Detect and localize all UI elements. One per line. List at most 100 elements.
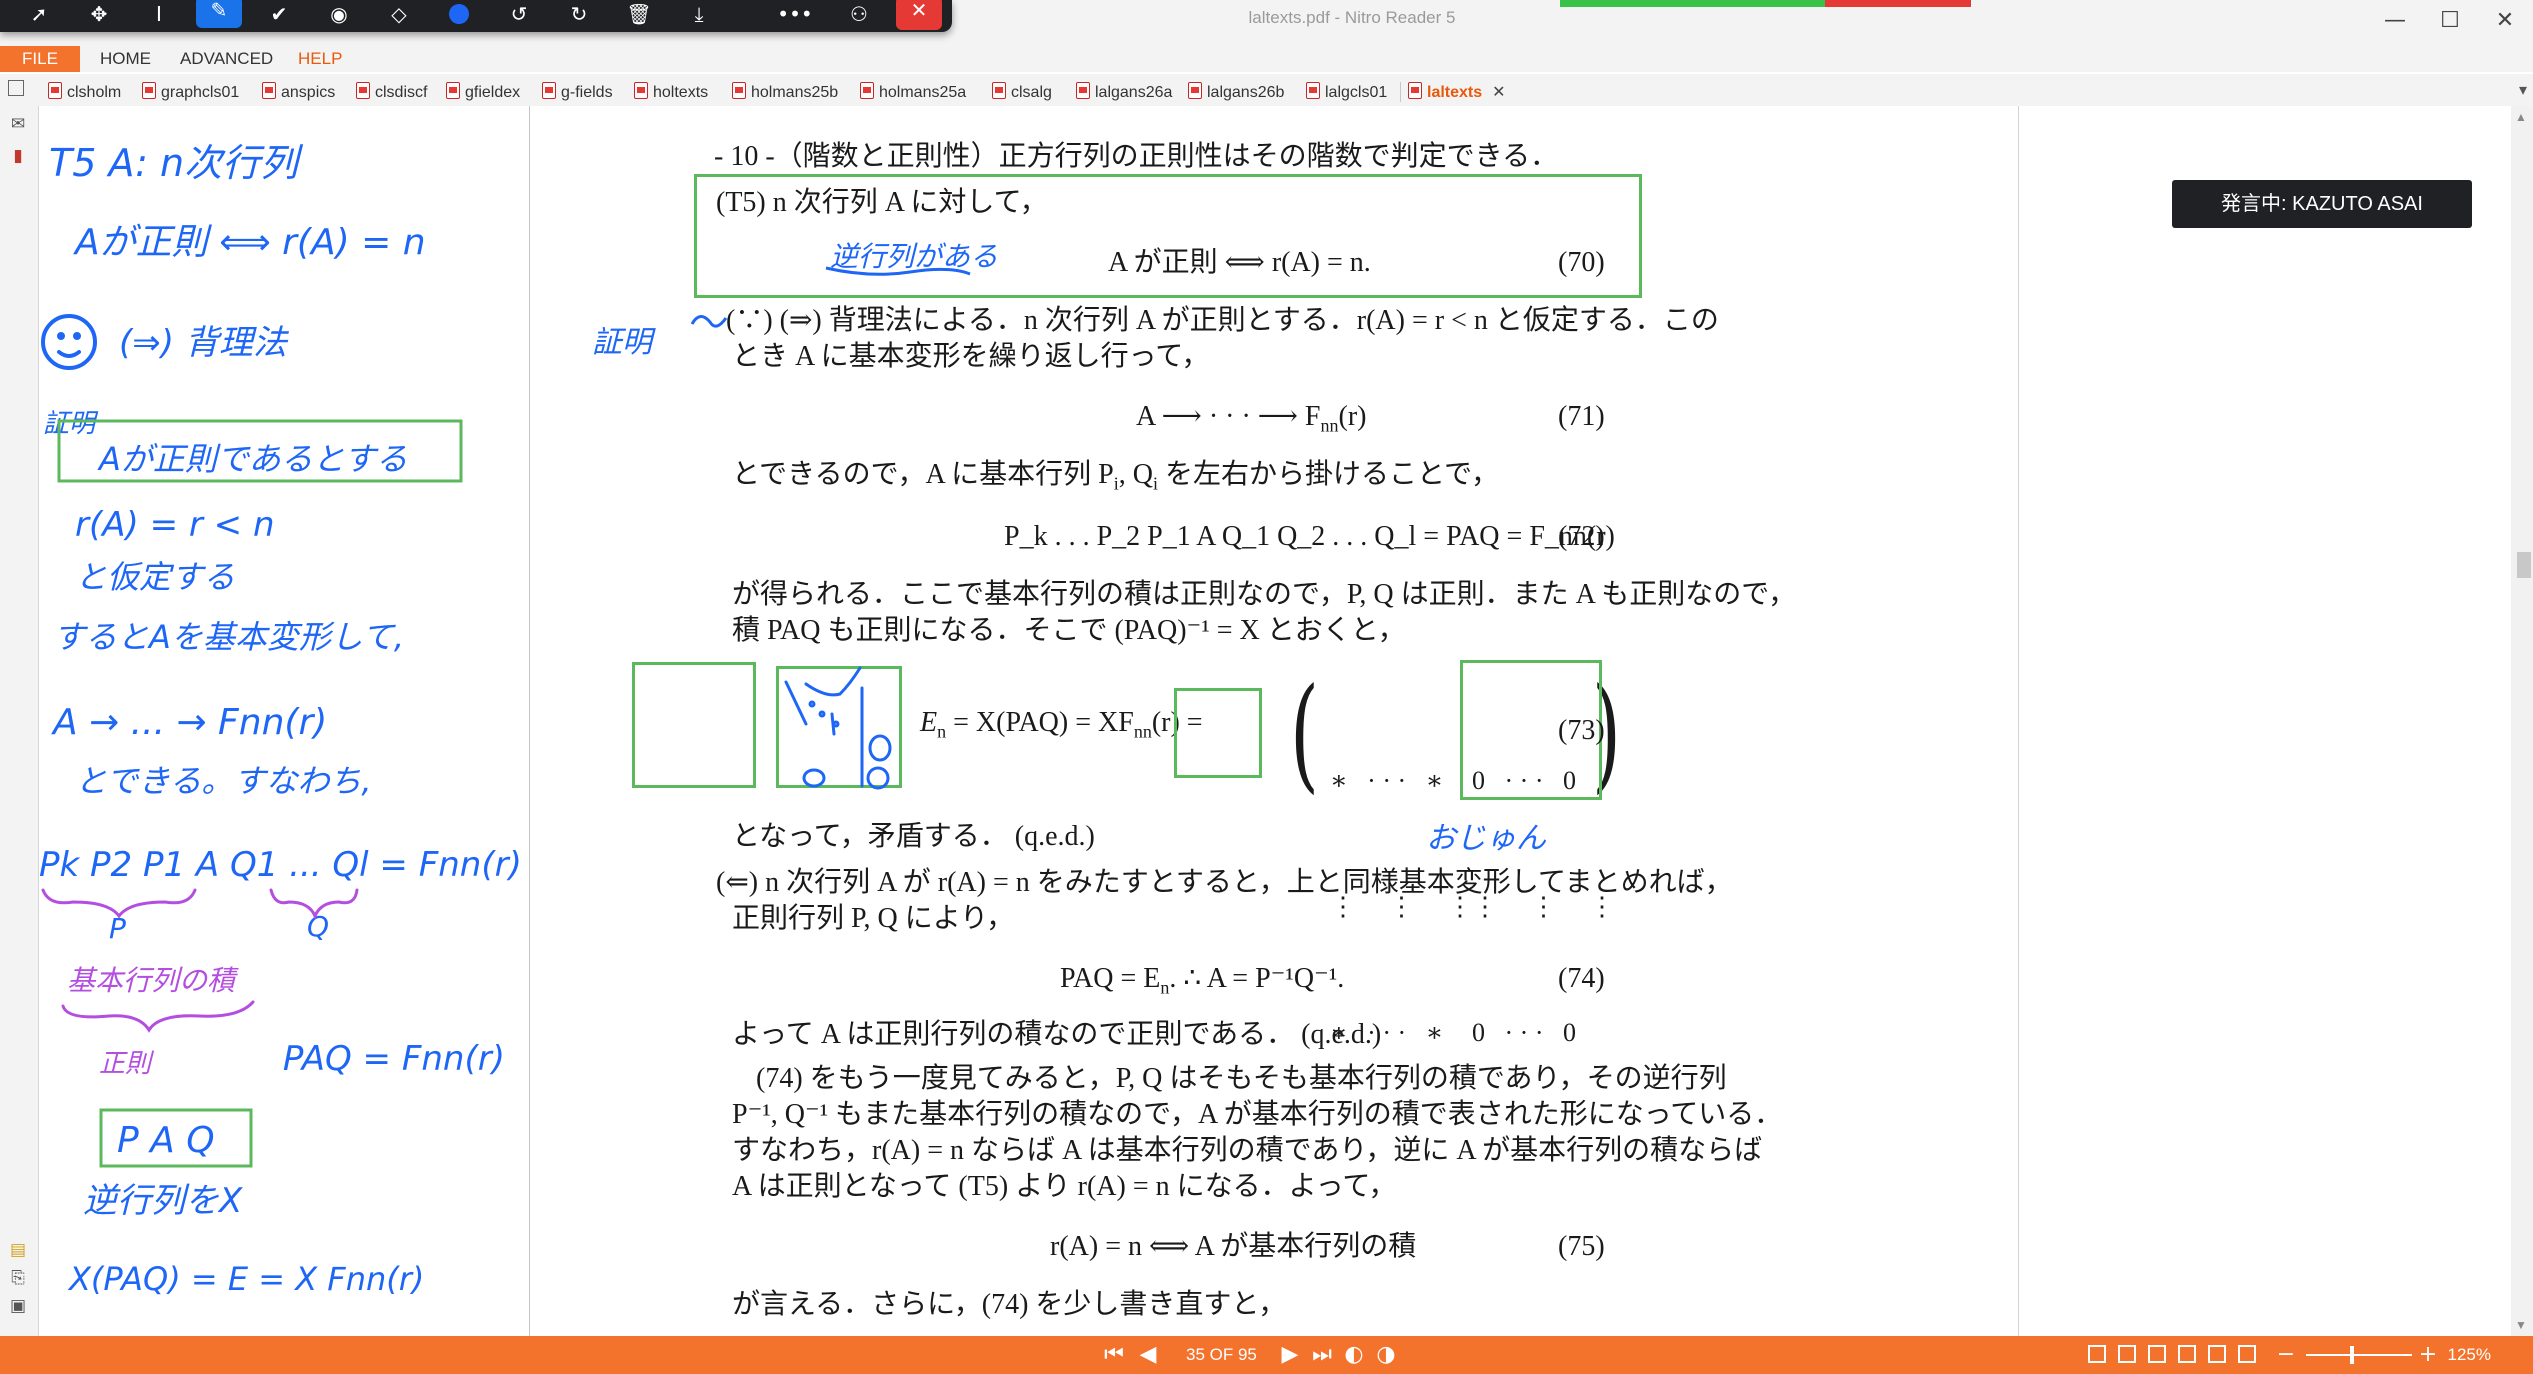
note-paq-boxed: P A Q: [117, 1120, 215, 1161]
fit-page-icon[interactable]: [2238, 1345, 2256, 1363]
single-page-view-icon[interactable]: [2088, 1345, 2106, 1363]
pdf-icon: [732, 82, 746, 99]
note-arrow-chain: A → ... → Fnn(r): [51, 702, 327, 743]
meeting-progress-red: [1825, 0, 1971, 7]
pdf-icon: [262, 82, 276, 99]
zoom-level[interactable]: 125%: [2448, 1345, 2491, 1365]
page-indicator[interactable]: 35 OF 95: [1186, 1345, 1257, 1365]
bookmark-icon[interactable]: ▮: [9, 146, 27, 166]
forward-view-icon[interactable]: ◑: [1372, 1341, 1400, 1369]
note-equivalence: Aが正則 ⟺ r(A) = n: [73, 222, 426, 263]
fit-width-icon[interactable]: [2208, 1345, 2226, 1363]
scroll-up-icon[interactable]: ▲: [2515, 110, 2527, 124]
tab-holmans25b[interactable]: holmans25b: [732, 80, 838, 104]
pdf-icon: [634, 82, 648, 99]
note-rank-less: r(A) = r < n: [75, 505, 275, 545]
note-has-inverse: 逆行列がある: [830, 240, 998, 273]
pointer-tool-icon[interactable]: ➚: [16, 0, 62, 30]
minimize-button[interactable]: —: [2375, 6, 2415, 36]
speaker-indicator: 発言中: KAZUTO ASAI: [2172, 180, 2472, 228]
tab-lalgans26a[interactable]: lalgans26a: [1076, 80, 1172, 104]
note-elementary-ops: するとAを基本変形して,: [53, 618, 404, 656]
tab-overflow-icon[interactable]: ▾: [2519, 80, 2527, 100]
tab-clsholm[interactable]: clsholm: [48, 80, 121, 104]
stamp-icon[interactable]: ✉: [9, 114, 27, 134]
back-view-icon[interactable]: ◐: [1340, 1341, 1368, 1369]
previous-page-icon[interactable]: ◀: [1134, 1341, 1162, 1369]
vertical-scrollbar[interactable]: ▲ ▼: [2511, 106, 2533, 1336]
eraser-tool-icon[interactable]: ◇: [376, 0, 422, 30]
move-tool-icon[interactable]: ✥: [76, 0, 122, 30]
tab-close-icon[interactable]: ✕: [1492, 82, 1505, 101]
color-tool-icon[interactable]: [436, 0, 482, 30]
menu-home[interactable]: HOME: [100, 49, 151, 69]
zoom-slider-track[interactable]: [2306, 1354, 2412, 1356]
tab-gfieldex[interactable]: gfieldex: [446, 80, 520, 104]
text-cursor-tool-icon[interactable]: I: [136, 0, 182, 30]
pdf-icon: [1188, 82, 1202, 99]
comments-icon[interactable]: ▤: [9, 1240, 27, 1260]
continuous-view-icon[interactable]: [2118, 1345, 2136, 1363]
check-tool-icon[interactable]: ✔: [256, 0, 302, 30]
pen-tool-icon[interactable]: ✎: [196, 0, 242, 28]
zoom-out-icon[interactable]: −: [2276, 1341, 2296, 1369]
tab-holmans25a[interactable]: holmans25a: [860, 80, 966, 104]
pages-icon[interactable]: ▣: [9, 1296, 27, 1316]
facing-view-icon[interactable]: [2148, 1345, 2166, 1363]
tab-clsalg[interactable]: clsalg: [992, 80, 1052, 104]
menu-advanced[interactable]: ADVANCED: [180, 49, 273, 69]
share-tool-icon[interactable]: ⚇: [836, 0, 882, 30]
download-tool-icon[interactable]: ⤓: [676, 0, 722, 30]
facing-continuous-view-icon[interactable]: [2178, 1345, 2196, 1363]
tab-graphcls01[interactable]: graphcls01: [142, 80, 239, 104]
next-page-icon[interactable]: ▶: [1276, 1341, 1304, 1369]
attachments-icon[interactable]: ⎘: [9, 1268, 27, 1288]
tab-anspics[interactable]: anspics: [262, 80, 335, 104]
handwriting-canvas: T5 A: n次行列 Aが正則 ⟺ r(A) = n (⇒) 背理法 証明 Aが…: [39, 141, 522, 1298]
first-page-icon[interactable]: ⏮: [1100, 1341, 1128, 1369]
last-page-icon[interactable]: ⏭: [1308, 1341, 1336, 1369]
more-tool-icon[interactable]: •••: [772, 0, 818, 30]
note-p-label: P: [109, 912, 126, 945]
annotation-toolbar: ➚ ✥ I ✎ ✔ ◉ ◇ ↺ ↻ 🗑 ⤓ ••• ⚇ ✕: [0, 0, 952, 32]
pdf-icon: [992, 82, 1006, 99]
note-assume-regular: Aが正則であるとする: [97, 440, 408, 478]
menu-file[interactable]: FILE: [0, 46, 80, 72]
pdf-icon: [48, 82, 62, 99]
tab-g-fields[interactable]: g-fields: [542, 80, 613, 104]
tab-sidebar-toggle[interactable]: [8, 80, 24, 104]
maximize-button[interactable]: ☐: [2430, 6, 2470, 36]
note-proof-by-contradiction: (⇒) 背理法: [119, 323, 290, 363]
redo-tool-icon[interactable]: ↻: [556, 0, 602, 30]
note-that-is: とできる。すなわち,: [75, 762, 372, 800]
note-elementary-product: 基本行列の積: [67, 964, 239, 997]
pdf-icon: [446, 82, 460, 99]
tab-clsdiscf[interactable]: clsdiscf: [356, 80, 427, 104]
tab-laltexts[interactable]: laltexts ✕: [1408, 80, 1506, 104]
tab-lalgans26b[interactable]: lalgans26b: [1188, 80, 1284, 104]
document-tabs: clsholm graphcls01 anspics clsdiscf gfie…: [0, 74, 2533, 107]
page-ink-overlay: 逆行列がある 証明 おじゅん: [592, 240, 1547, 856]
zoom-slider-thumb[interactable]: [2350, 1346, 2354, 1364]
pdf-icon: [860, 82, 874, 99]
zoom-in-icon[interactable]: +: [2418, 1341, 2438, 1369]
pdf-icon: [1076, 82, 1090, 99]
left-panel-icons: ✉ ▮ ▤ ⎘ ▣: [0, 106, 39, 1336]
close-window-button[interactable]: ✕: [2485, 6, 2525, 36]
scroll-down-icon[interactable]: ▼: [2515, 1318, 2527, 1332]
note-product-equation: Pk P2 P1 A Q1 ... Ql = Fnn(r): [39, 845, 522, 885]
note-q-label: Q: [307, 910, 329, 943]
shape-tool-icon[interactable]: ◉: [316, 0, 362, 30]
document-viewer[interactable]: - 10 -（階数と正則性）正方行列の正則性はその階数で判定できる． (T5) …: [530, 106, 2533, 1336]
note-t5: T5 A: n次行列: [49, 141, 304, 185]
menu-help[interactable]: HELP: [298, 49, 342, 69]
status-bar: ⏮ ◀ 35 OF 95 ▶ ⏭ ◐ ◑ − + 125%: [0, 1336, 2533, 1374]
tab-lalgcls01[interactable]: lalgcls01: [1306, 80, 1387, 104]
note-ojun: おじゅん: [1426, 821, 1547, 856]
close-toolbar-icon[interactable]: ✕: [896, 0, 942, 30]
tab-holtexts[interactable]: holtexts: [634, 80, 708, 104]
undo-tool-icon[interactable]: ↺: [496, 0, 542, 30]
delete-tool-icon[interactable]: 🗑: [616, 0, 662, 30]
scroll-thumb[interactable]: [2517, 552, 2531, 578]
pdf-page: - 10 -（階数と正則性）正方行列の正則性はその階数で判定できる． (T5) …: [530, 106, 2019, 1336]
